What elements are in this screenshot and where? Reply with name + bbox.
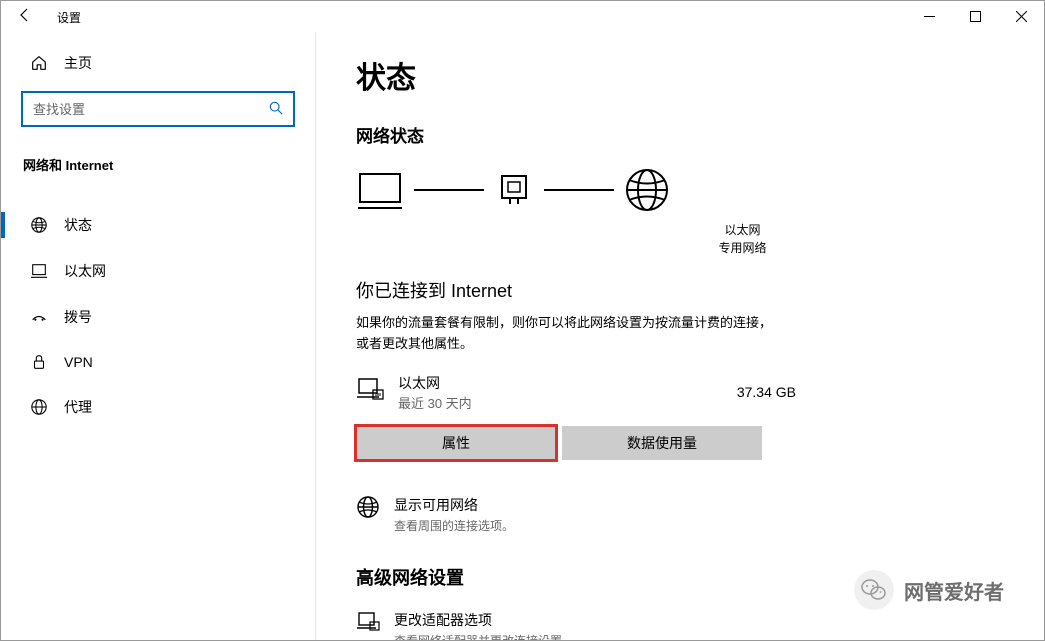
section-heading: 网络状态 <box>356 122 1004 147</box>
globe-icon <box>29 216 49 234</box>
wechat-icon <box>854 570 894 610</box>
available-networks-link[interactable]: 显示可用网络 查看周围的连接选项。 <box>356 495 1004 534</box>
network-diagram <box>356 167 1004 213</box>
minimize-button[interactable] <box>906 1 952 31</box>
connection-info: 以太网 最近 30 天内 <box>398 373 723 412</box>
connector-line <box>544 187 614 193</box>
available-networks-sub: 查看周围的连接选项。 <box>394 517 514 534</box>
connected-title: 你已连接到 Internet <box>356 277 1004 303</box>
connection-row: 以太网 最近 30 天内 37.34 GB <box>356 373 796 412</box>
home-icon <box>29 54 49 72</box>
maximize-button[interactable] <box>952 1 998 31</box>
adapter-title: 更改适配器选项 <box>394 610 574 630</box>
data-usage-button[interactable]: 数据使用量 <box>562 426 762 460</box>
watermark: 网管爱好者 <box>854 570 1004 610</box>
sidebar-item-status[interactable]: 状态 <box>1 202 315 248</box>
ethernet-adapter-icon <box>494 170 534 210</box>
dialup-icon <box>29 308 49 326</box>
search-icon <box>269 101 283 118</box>
diagram-network-type: 专用网络 <box>481 239 1004 257</box>
search-box[interactable] <box>21 91 295 127</box>
button-row: 属性 数据使用量 <box>356 426 1004 460</box>
sidebar-item-ethernet[interactable]: 以太网 <box>1 248 315 294</box>
adapter-options-link[interactable]: 更改适配器选项 查看网络适配器并更改连接设置。 <box>356 610 1004 640</box>
available-networks-title: 显示可用网络 <box>394 495 514 515</box>
connected-description: 如果你的流量套餐有限制，则你可以将此网络设置为按流量计费的连接，或者更改其他属性… <box>356 313 776 355</box>
category-title: 网络和 Internet <box>1 145 315 184</box>
sidebar-item-vpn[interactable]: VPN <box>1 340 315 384</box>
back-button[interactable] <box>11 7 39 28</box>
page-heading: 状态 <box>356 53 1004 97</box>
ethernet-icon <box>29 262 49 280</box>
close-button[interactable] <box>998 1 1044 31</box>
settings-window: 设置 主页 网络和 Internet <box>0 0 1045 641</box>
titlebar: 设置 <box>1 1 1044 33</box>
diagram-ethernet-label: 以太网 <box>481 221 1004 239</box>
sidebar-item-label: 状态 <box>64 215 92 235</box>
proxy-icon <box>29 398 49 416</box>
sidebar-item-proxy[interactable]: 代理 <box>1 384 315 430</box>
connection-name: 以太网 <box>398 373 723 393</box>
sidebar-item-label: 代理 <box>64 397 92 417</box>
window-controls <box>906 1 1044 31</box>
vpn-icon <box>29 353 49 371</box>
nav-list: 状态 以太网 拨号 V <box>1 202 315 430</box>
window-title: 设置 <box>57 9 81 26</box>
adapter-sub: 查看网络适配器并更改连接设置。 <box>394 632 574 640</box>
home-link[interactable]: 主页 <box>1 43 315 83</box>
sidebar: 主页 网络和 Internet 状态 <box>1 33 316 640</box>
computer-icon <box>356 170 404 210</box>
sidebar-item-label: 拨号 <box>64 307 92 327</box>
watermark-text: 网管爱好者 <box>904 576 1004 605</box>
connection-icon <box>356 376 384 409</box>
properties-button[interactable]: 属性 <box>356 426 556 460</box>
sidebar-item-label: VPN <box>64 354 93 370</box>
globe-icon <box>624 167 670 213</box>
adapter-icon <box>356 610 380 639</box>
connection-period: 最近 30 天内 <box>398 393 723 412</box>
home-label: 主页 <box>64 53 92 73</box>
diagram-label: 以太网 专用网络 <box>481 221 1004 257</box>
search-input[interactable] <box>33 102 269 117</box>
globe-icon <box>356 495 380 524</box>
sidebar-item-dialup[interactable]: 拨号 <box>1 294 315 340</box>
connector-line <box>414 187 484 193</box>
sidebar-item-label: 以太网 <box>64 261 106 281</box>
content-area: 主页 网络和 Internet 状态 <box>1 33 1044 640</box>
connection-usage: 37.34 GB <box>737 384 796 400</box>
main-content: 状态 网络状态 以太网 专用网络 你已连接到 Internet 如果你的流量套餐… <box>316 33 1044 640</box>
